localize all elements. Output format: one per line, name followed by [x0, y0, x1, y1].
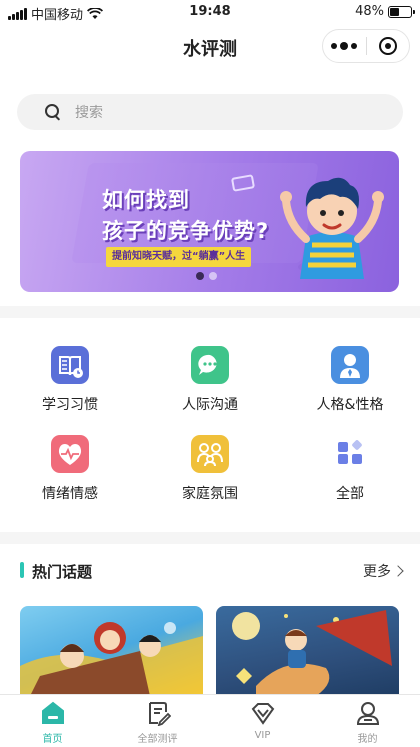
status-bar: 中国移动 19:48 48%	[0, 0, 420, 24]
heart-pulse-icon	[51, 435, 89, 473]
section-accent-bar	[20, 562, 24, 578]
dot-icon	[340, 41, 349, 50]
category-label: 家庭氛围	[182, 486, 238, 502]
promo-banner[interactable]: 如何找到 孩子的竞争优势? 提前知晓天赋，过“躺赢”人生	[20, 151, 399, 292]
category-label: 全部	[336, 486, 364, 502]
target-close-icon	[378, 37, 397, 55]
chat-bubble-icon	[191, 346, 229, 384]
more-link[interactable]: 更多	[363, 561, 404, 581]
bottom-tab-bar: 首页 全部测评 VIP 我的	[0, 694, 420, 747]
battery-percent: 48%	[355, 4, 384, 19]
carousel-dot[interactable]	[196, 272, 204, 280]
category-item[interactable]: 全部	[280, 435, 420, 503]
category-item[interactable]: 人际沟通	[140, 346, 280, 414]
app-page: 中国移动 19:48 48% 水评测 搜索 如何找到 孩子的竞争优势? 提前知晓…	[0, 0, 420, 747]
nav-bar: 水评测	[0, 24, 420, 70]
book-icon	[51, 346, 89, 384]
tab-item[interactable]: 我的	[315, 695, 420, 747]
grid-icon	[331, 435, 369, 473]
more-options-button[interactable]	[323, 41, 366, 50]
carousel-dots[interactable]	[196, 272, 217, 280]
category-label: 学习习惯	[42, 397, 98, 413]
more-label: 更多	[363, 564, 391, 580]
tab-item[interactable]: 首页	[0, 695, 105, 747]
hot-topics-section: 热门话题 更多	[0, 544, 420, 696]
banner-tagline: 提前知晓天赋，过“躺赢”人生	[106, 247, 252, 267]
topic-illustration	[232, 610, 392, 696]
mini-program-capsule	[322, 29, 410, 63]
topic-card[interactable]	[216, 606, 399, 696]
search-icon	[45, 104, 61, 120]
category-grid: 学习习惯 人际沟通 人格&性格情绪情感 家庭氛围 全部	[0, 318, 420, 532]
carousel-dot[interactable]	[209, 272, 217, 280]
status-right: 48%	[355, 4, 415, 19]
category-item[interactable]: 家庭氛围	[140, 435, 280, 503]
family-icon	[191, 435, 229, 473]
category-item[interactable]: 情绪情感	[0, 435, 140, 503]
battery-icon	[388, 5, 415, 18]
section-title: 热门话题	[32, 563, 93, 581]
tab-item[interactable]: 全部测评	[105, 695, 210, 747]
vip-diamond-icon	[250, 700, 276, 726]
tab-item[interactable]: VIP	[210, 695, 315, 747]
header-section: 搜索 如何找到 孩子的竞争优势? 提前知晓天赋，过“躺赢”人生	[0, 70, 420, 306]
tab-label: 我的	[357, 734, 378, 745]
user-icon	[355, 700, 381, 726]
chevron-right-icon	[392, 565, 404, 577]
banner-headline-1: 如何找到	[102, 188, 190, 212]
category-item[interactable]: 人格&性格	[280, 346, 420, 414]
edit-note-icon	[145, 700, 171, 727]
home-icon	[40, 700, 66, 726]
search-input[interactable]: 搜索	[17, 94, 403, 130]
tab-label: 首页	[42, 734, 63, 745]
dot-icon	[331, 42, 338, 49]
dot-icon	[351, 42, 358, 49]
topic-illustration	[20, 622, 203, 696]
battery-level	[390, 7, 400, 16]
category-label: 人际沟通	[182, 397, 238, 413]
cartoon-boy-illustration	[280, 177, 384, 279]
search-placeholder: 搜索	[75, 105, 103, 121]
topic-card[interactable]	[20, 606, 203, 696]
person-badge-icon	[331, 346, 369, 384]
category-label: 人格&性格	[316, 397, 384, 413]
category-item[interactable]: 学习习惯	[0, 346, 140, 414]
category-label: 情绪情感	[42, 486, 98, 502]
tab-label: VIP	[254, 730, 271, 741]
tab-label: 全部测评	[137, 734, 178, 745]
close-mini-program-button[interactable]	[366, 37, 409, 55]
banner-headline-2: 孩子的竞争优势?	[102, 219, 270, 243]
